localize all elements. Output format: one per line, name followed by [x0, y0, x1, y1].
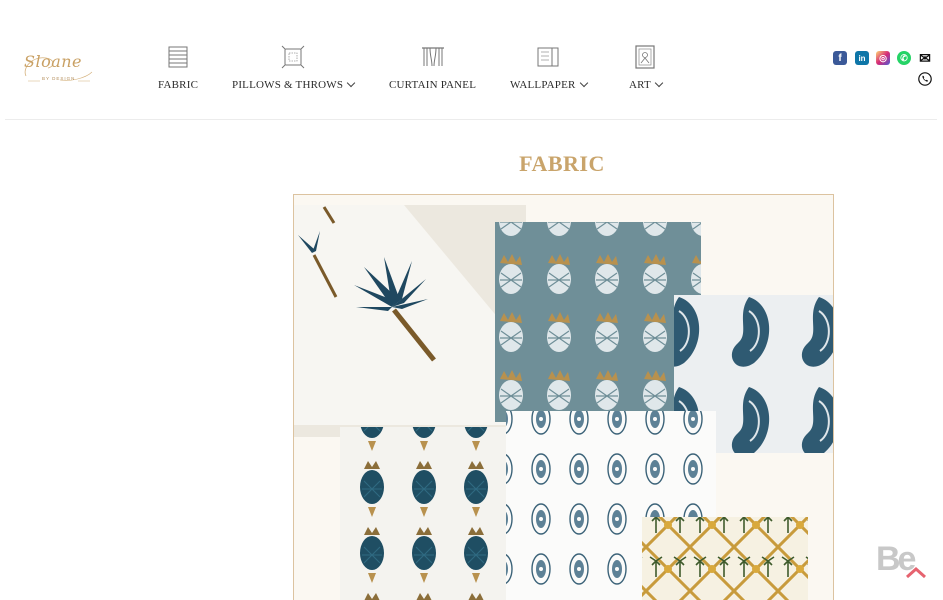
behance-chevron-icon	[906, 566, 926, 579]
logo-tagline: BY DESIGN	[42, 76, 76, 81]
nav-label-pillows-throws: PILLOWS & THROWS	[232, 78, 356, 91]
trellis-palm-fabric	[642, 517, 808, 600]
instagram-icon[interactable]: ◎	[876, 51, 890, 65]
nav-item-wallpaper[interactable]: WALLPAPER	[510, 44, 588, 96]
site-logo[interactable]: Sloane BY DESIGN	[20, 50, 96, 90]
nav-item-art[interactable]: ART	[629, 44, 664, 96]
header-divider	[5, 119, 937, 120]
fabric-collage-image	[294, 205, 833, 600]
fabric-collage[interactable]	[293, 194, 834, 600]
nav-label-art: ART	[629, 78, 664, 91]
facebook-icon[interactable]: f	[833, 51, 847, 65]
fabric-roll-icon	[168, 46, 188, 68]
chevron-down-icon	[654, 78, 664, 88]
nav-item-pillows-throws[interactable]: PILLOWS & THROWS	[232, 44, 356, 96]
teal-pineapple-fabric	[340, 427, 510, 600]
pillow-icon	[281, 45, 305, 69]
nav-label-curtain-panel: CURTAIN PANEL	[389, 79, 477, 91]
nav-item-curtain-panel[interactable]: CURTAIN PANEL	[389, 44, 476, 96]
chevron-down-icon	[346, 78, 356, 88]
chevron-down-icon	[579, 78, 588, 88]
logo-wordmark: Sloane	[24, 52, 83, 71]
wallpaper-icon	[537, 47, 559, 67]
nav-label-fabric: FABRIC	[158, 79, 199, 91]
pineapple-print-fabric	[495, 222, 701, 422]
phone-icon[interactable]	[918, 72, 932, 86]
email-icon[interactable]: ✉	[918, 50, 932, 66]
page-title: FABRIC	[519, 151, 605, 176]
linkedin-icon[interactable]: in	[855, 51, 869, 65]
nav-label-wallpaper: WALLPAPER	[510, 78, 588, 91]
curtain-icon	[421, 47, 444, 67]
nav-item-fabric[interactable]: FABRIC	[158, 44, 198, 96]
site-header: Sloane BY DESIGN FABRIC PILLOWS & THROWS	[0, 0, 943, 120]
art-frame-icon	[635, 45, 656, 69]
whatsapp-icon[interactable]: ✆	[897, 51, 911, 65]
